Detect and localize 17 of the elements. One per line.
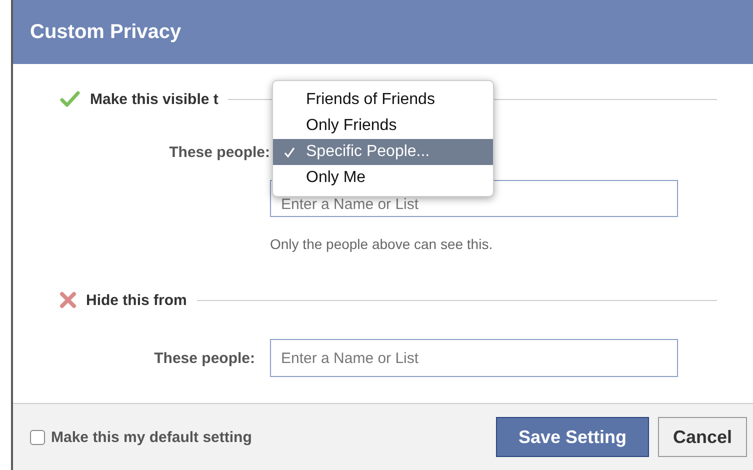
save-button[interactable]: Save Setting bbox=[496, 417, 649, 457]
checkbox[interactable] bbox=[30, 430, 45, 444]
field-label: These people: bbox=[169, 144, 270, 160]
section-heading: Make this visible t bbox=[90, 90, 218, 108]
checkbox-label: Make this my default setting bbox=[51, 428, 252, 446]
checkmark-icon bbox=[60, 91, 80, 107]
hint-text: Only the people above can see this. bbox=[270, 236, 493, 252]
field-label: These people: bbox=[153, 350, 256, 366]
menu-item[interactable]: Friends of Friends bbox=[273, 87, 493, 113]
cancel-button[interactable]: Cancel bbox=[658, 417, 747, 457]
menu-item[interactable]: Specific People... bbox=[273, 139, 493, 165]
check-icon bbox=[284, 147, 295, 158]
cross-icon bbox=[60, 292, 76, 308]
dialog-title: Custom Privacy bbox=[30, 20, 182, 44]
section-heading: Hide this from bbox=[86, 292, 187, 308]
name-input-field[interactable]: Enter a Name or List bbox=[270, 339, 678, 377]
menu-item[interactable]: Only Friends bbox=[273, 113, 493, 139]
